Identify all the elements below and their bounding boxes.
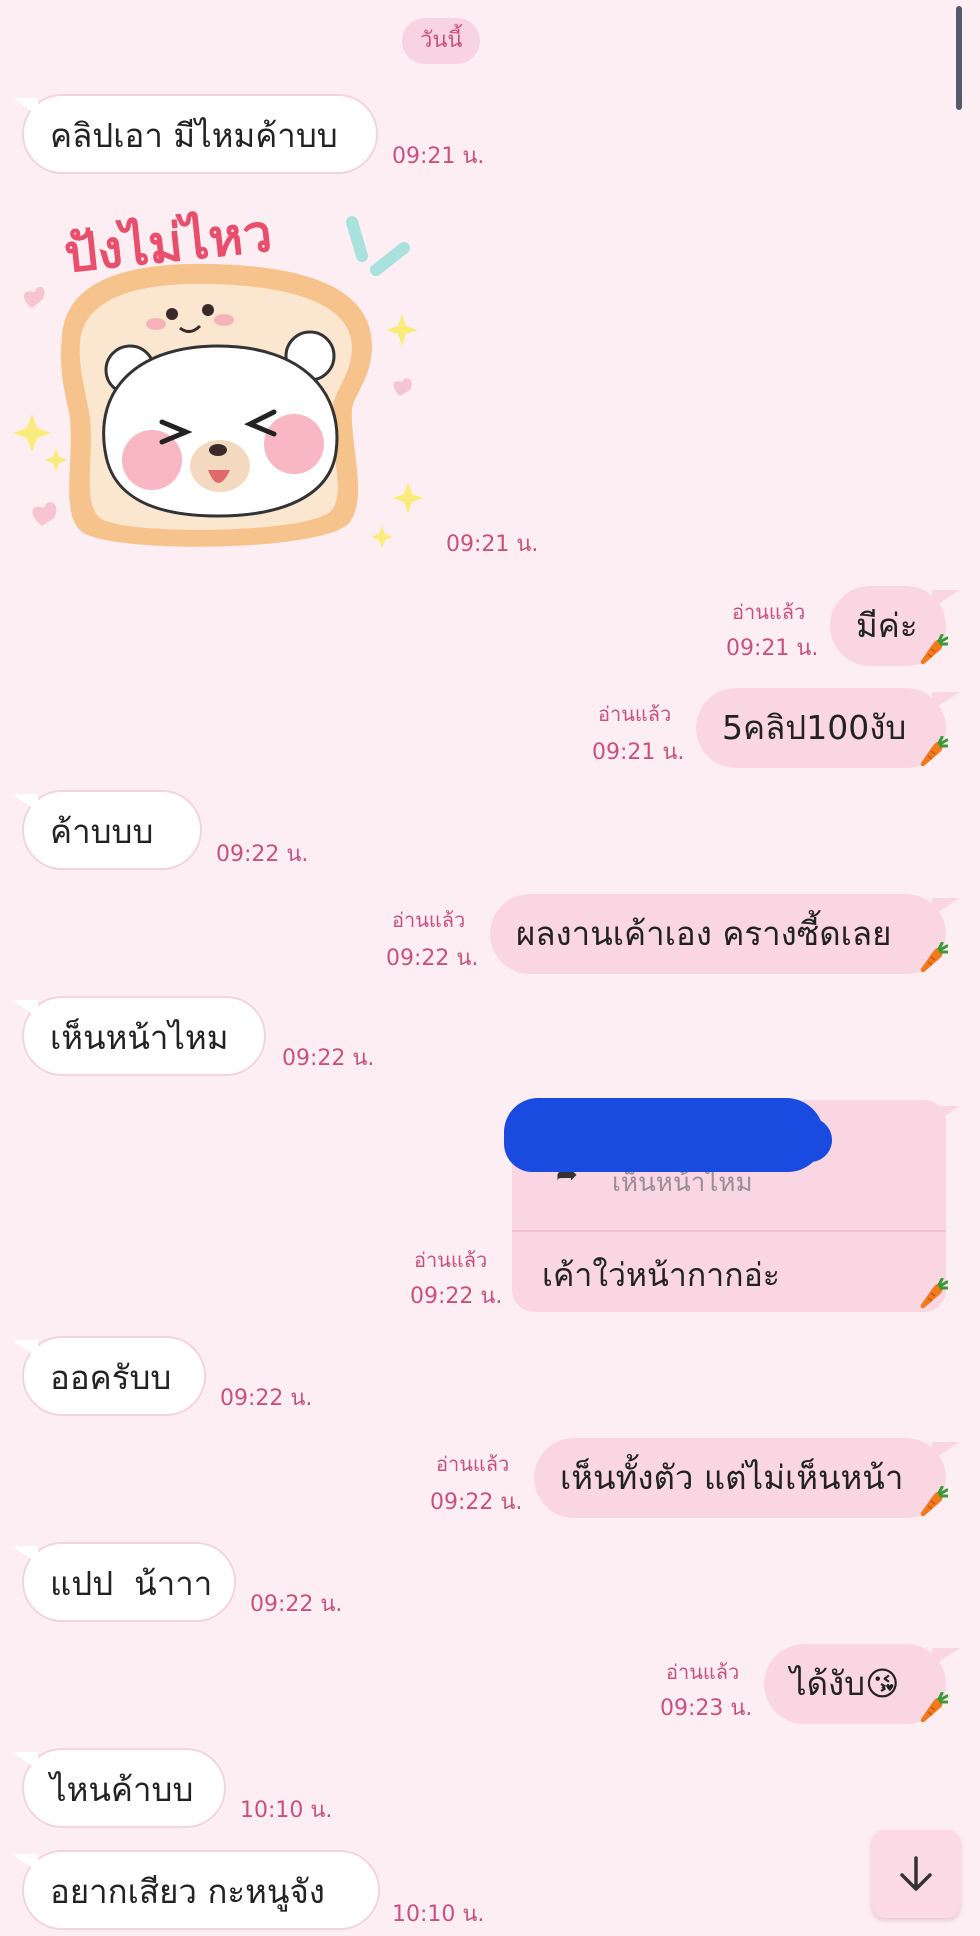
message-text: ได้งับ [790,1664,866,1703]
message-time: 09:22 น. [220,1386,313,1411]
carrot-icon [919,942,948,974]
message-time: 09:22 น. [282,1046,375,1071]
outgoing-message-bubble[interactable]: 5คลิป100งับ [696,688,960,768]
message-text: มีค่ะ [856,606,918,645]
bubble-tail [12,98,38,116]
message-time: 09:22 น. [430,1490,523,1515]
bubble-tail [12,794,38,812]
message-time: 10:10 น. [240,1798,333,1823]
bubble-tail [932,692,960,710]
outgoing-message-bubble[interactable]: เห็นทั้งตัว แต่ไม่เห็นหน้า [534,1438,960,1518]
redaction-mark [662,1118,832,1162]
message-time: 09:21 น. [726,636,819,661]
bubble-tail [12,1340,38,1358]
message-time: 09:22 น. [216,842,309,867]
outgoing-message-bubble[interactable]: ผลงานเค้าเอง ครางซี้ดเลย [490,894,960,974]
incoming-message-bubble[interactable]: แปป น้าาา [12,1542,236,1622]
message-text: ค้าบบบ [50,812,154,851]
carrot-icon [919,1486,948,1518]
outgoing-reply-bubble[interactable]: ➦ เห็นหน้าไหม เค้าใว่หน้ากากอ่ะ [504,1098,960,1312]
message-time: 09:22 น. [386,946,479,971]
bubble-tail [932,590,960,608]
message-time: 09:21 น. [392,144,485,169]
read-receipt: อ่านแล้ว [392,908,466,932]
message-text: 5คลิป100งับ [722,708,907,747]
date-separator: วันนี้ [402,18,481,64]
read-receipt: อ่านแล้ว [732,600,806,624]
incoming-message-bubble[interactable]: คลิปเอา มีไหมค้าบบ [12,94,378,174]
bear-toast-sticker[interactable]: ปังไม่ไหว [12,196,432,566]
incoming-message-bubble[interactable]: ออครับบ [12,1336,206,1416]
message-text: คลิปเอา มีไหมค้าบบ [50,116,338,155]
bubble-tail [932,1442,960,1460]
bubble-tail [12,1854,38,1872]
message-text: แปป น้าาา [50,1564,213,1603]
message-text: ไหนค้าบบ [50,1770,194,1809]
incoming-message-bubble[interactable]: ไหนค้าบบ [12,1748,226,1828]
arrow-down-icon [900,1856,932,1891]
scrollbar-thumb[interactable] [956,6,962,110]
read-receipt: อ่านแล้ว [598,702,672,726]
message-text: เค้าใว่หน้ากากอ่ะ [542,1256,780,1294]
carrot-icon [919,736,948,768]
sticker-image: ปังไม่ไหว [13,203,424,548]
carrot-icon [919,1278,948,1310]
kiss-emoji: 😘 [865,1664,900,1703]
read-receipt: อ่านแล้ว [666,1660,740,1684]
bubble-tail [932,898,960,916]
bubble-tail [932,1648,960,1666]
message-text: เห็นหน้าไหม [50,1018,229,1057]
scroll-to-bottom-button[interactable] [872,1830,960,1918]
message-text: อยากเสียว กะหนูจัง [50,1872,325,1911]
incoming-message-bubble[interactable]: เห็นหน้าไหม [12,996,266,1076]
bubble-tail [12,1000,38,1018]
carrot-icon [919,634,948,666]
read-receipt: อ่านแล้ว [436,1452,510,1476]
quoted-message[interactable]: ➦ เห็นหน้าไหม [504,1098,946,1232]
incoming-message-bubble[interactable]: อยากเสียว กะหนูจัง [12,1850,380,1930]
incoming-message-bubble[interactable]: ค้าบบบ [12,790,202,870]
message-time: 10:10 น. [392,1902,485,1927]
read-receipt: อ่านแล้ว [414,1248,488,1272]
sticker-time: 09:21 น. [446,532,539,557]
message-text: ออครับบ [50,1358,172,1397]
bubble-tail [12,1752,38,1770]
message-time: 09:21 น. [592,740,685,765]
message-text: เห็นทั้งตัว แต่ไม่เห็นหน้า [560,1458,904,1497]
message-time: 09:22 น. [250,1592,343,1617]
message-text: ผลงานเค้าเอง ครางซี้ดเลย [516,914,892,953]
message-time: 09:23 น. [660,1696,753,1721]
message-time: 09:22 น. [410,1284,503,1309]
carrot-icon [919,1692,948,1724]
bubble-tail [12,1546,38,1564]
